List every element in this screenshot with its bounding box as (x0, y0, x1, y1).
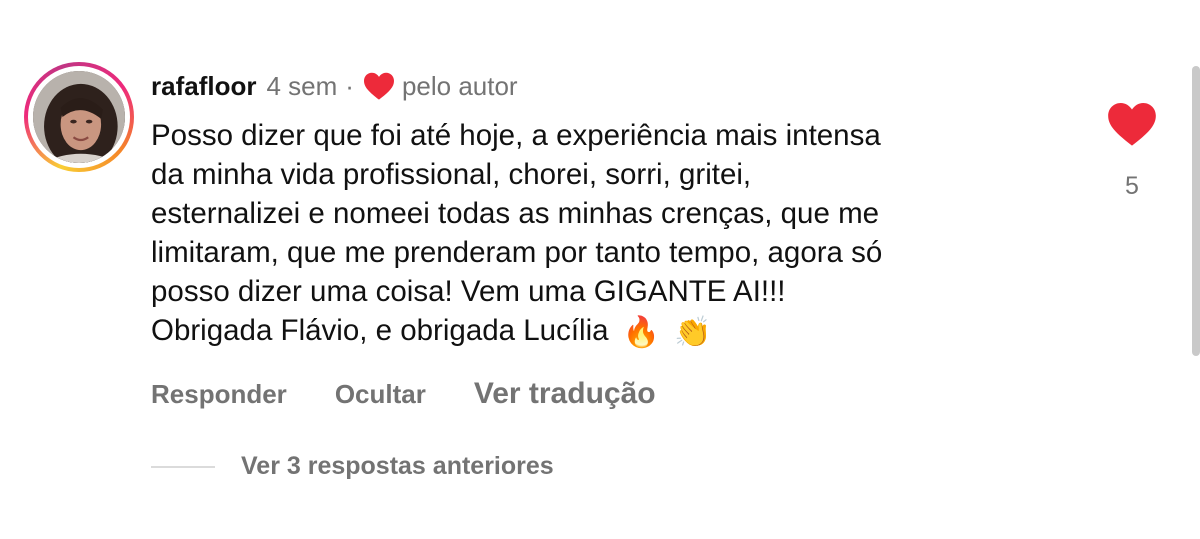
replies-divider (151, 465, 215, 468)
comment-last-line: Obrigada Flávio, e obrigada Lucília 🔥 👏 (151, 311, 1071, 352)
liked-by-author-label: pelo autor (401, 71, 518, 101)
scrollbar[interactable] (1192, 66, 1200, 356)
comment: rafafloor 4 sem · pelo autor Posso dizer… (151, 70, 1071, 352)
avatar-ring[interactable] (24, 62, 134, 172)
comment-meta: rafafloor 4 sem · pelo autor (151, 70, 1071, 102)
fire-emoji: 🔥 (622, 315, 661, 350)
avatar-image (33, 71, 125, 163)
comment-line: posso dizer uma coisa! Vem uma GIGANTE A… (151, 275, 786, 308)
comment-line: Obrigada Flávio, e obrigada Lucília (151, 314, 609, 347)
avatar-border (28, 66, 130, 168)
like-count[interactable]: 5 (1110, 172, 1154, 201)
view-replies-label[interactable]: Ver 3 respostas anteriores (241, 452, 554, 481)
translate-button[interactable]: Ver tradução (474, 377, 656, 411)
clapping-hands-emoji: 👏 (674, 315, 712, 350)
heart-icon[interactable] (1106, 100, 1158, 148)
timestamp[interactable]: 4 sem (266, 70, 337, 102)
comment-line: limitaram, que me prenderam por tanto te… (151, 236, 883, 269)
reply-button[interactable]: Responder (151, 379, 287, 410)
comment-line: esternalizei e nomeei todas as minhas cr… (151, 197, 880, 230)
comment-line: Posso dizer que foi até hoje, a experiên… (151, 119, 881, 152)
heart-icon (363, 72, 394, 100)
comment-body: Posso dizer que foi até hoje, a experiên… (151, 116, 1071, 352)
comment-line: da minha vida profissional, chorei, sorr… (151, 158, 752, 191)
meta-separator: · (345, 71, 354, 101)
avatar[interactable] (33, 71, 125, 163)
comment-actions: Responder Ocultar Ver tradução (151, 377, 656, 411)
hide-button[interactable]: Ocultar (335, 379, 426, 410)
username[interactable]: rafafloor (151, 70, 256, 102)
view-replies[interactable]: Ver 3 respostas anteriores (151, 452, 554, 481)
